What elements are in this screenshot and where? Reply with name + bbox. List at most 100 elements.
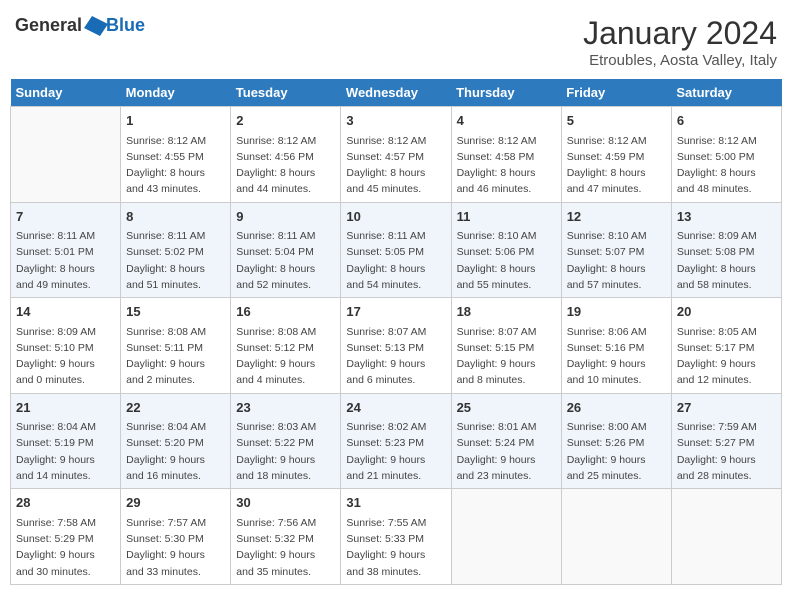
calendar-cell: 2Sunrise: 8:12 AMSunset: 4:56 PMDaylight… <box>231 107 341 203</box>
day-number: 10 <box>346 207 445 227</box>
title-area: January 2024 Etroubles, Aosta Valley, It… <box>583 15 777 69</box>
day-info: Sunrise: 7:58 AMSunset: 5:29 PMDaylight:… <box>16 515 115 580</box>
calendar-cell <box>561 489 671 585</box>
calendar-cell: 29Sunrise: 7:57 AMSunset: 5:30 PMDayligh… <box>121 489 231 585</box>
calendar-cell: 30Sunrise: 7:56 AMSunset: 5:32 PMDayligh… <box>231 489 341 585</box>
calendar-cell: 7Sunrise: 8:11 AMSunset: 5:01 PMDaylight… <box>11 202 121 298</box>
day-info: Sunrise: 7:56 AMSunset: 5:32 PMDaylight:… <box>236 515 335 580</box>
calendar-cell <box>11 107 121 203</box>
day-info: Sunrise: 8:12 AMSunset: 4:57 PMDaylight:… <box>346 133 445 198</box>
logo-text-general: General <box>15 15 82 36</box>
day-number: 23 <box>236 398 335 418</box>
day-info: Sunrise: 7:59 AMSunset: 5:27 PMDaylight:… <box>677 419 776 484</box>
day-number: 1 <box>126 111 225 131</box>
calendar-cell: 15Sunrise: 8:08 AMSunset: 5:11 PMDayligh… <box>121 298 231 394</box>
day-number: 5 <box>567 111 666 131</box>
calendar-cell: 3Sunrise: 8:12 AMSunset: 4:57 PMDaylight… <box>341 107 451 203</box>
calendar-table: SundayMondayTuesdayWednesdayThursdayFrid… <box>10 79 782 585</box>
day-info: Sunrise: 8:09 AMSunset: 5:10 PMDaylight:… <box>16 324 115 389</box>
calendar-cell: 17Sunrise: 8:07 AMSunset: 5:13 PMDayligh… <box>341 298 451 394</box>
calendar-cell: 26Sunrise: 8:00 AMSunset: 5:26 PMDayligh… <box>561 393 671 489</box>
weekday-header: Saturday <box>671 79 781 107</box>
day-number: 24 <box>346 398 445 418</box>
calendar-cell: 19Sunrise: 8:06 AMSunset: 5:16 PMDayligh… <box>561 298 671 394</box>
weekday-header: Friday <box>561 79 671 107</box>
day-number: 13 <box>677 207 776 227</box>
calendar-cell: 18Sunrise: 8:07 AMSunset: 5:15 PMDayligh… <box>451 298 561 394</box>
day-number: 30 <box>236 493 335 513</box>
day-info: Sunrise: 8:11 AMSunset: 5:05 PMDaylight:… <box>346 228 445 293</box>
logo: General Blue <box>15 15 145 36</box>
calendar-cell: 10Sunrise: 8:11 AMSunset: 5:05 PMDayligh… <box>341 202 451 298</box>
day-number: 7 <box>16 207 115 227</box>
day-number: 29 <box>126 493 225 513</box>
day-number: 2 <box>236 111 335 131</box>
weekday-header: Tuesday <box>231 79 341 107</box>
logo-icon <box>84 16 108 36</box>
calendar-cell: 23Sunrise: 8:03 AMSunset: 5:22 PMDayligh… <box>231 393 341 489</box>
day-info: Sunrise: 8:04 AMSunset: 5:20 PMDaylight:… <box>126 419 225 484</box>
day-info: Sunrise: 7:57 AMSunset: 5:30 PMDaylight:… <box>126 515 225 580</box>
day-info: Sunrise: 8:08 AMSunset: 5:11 PMDaylight:… <box>126 324 225 389</box>
calendar-cell: 25Sunrise: 8:01 AMSunset: 5:24 PMDayligh… <box>451 393 561 489</box>
calendar-cell <box>671 489 781 585</box>
day-number: 21 <box>16 398 115 418</box>
day-info: Sunrise: 8:08 AMSunset: 5:12 PMDaylight:… <box>236 324 335 389</box>
day-number: 14 <box>16 302 115 322</box>
day-info: Sunrise: 8:10 AMSunset: 5:06 PMDaylight:… <box>457 228 556 293</box>
location-title: Etroubles, Aosta Valley, Italy <box>583 52 777 69</box>
header: General Blue January 2024 Etroubles, Aos… <box>10 10 782 69</box>
day-info: Sunrise: 8:07 AMSunset: 5:15 PMDaylight:… <box>457 324 556 389</box>
calendar-week-row: 14Sunrise: 8:09 AMSunset: 5:10 PMDayligh… <box>11 298 782 394</box>
calendar-cell: 13Sunrise: 8:09 AMSunset: 5:08 PMDayligh… <box>671 202 781 298</box>
day-info: Sunrise: 8:04 AMSunset: 5:19 PMDaylight:… <box>16 419 115 484</box>
day-number: 22 <box>126 398 225 418</box>
weekday-header-row: SundayMondayTuesdayWednesdayThursdayFrid… <box>11 79 782 107</box>
day-info: Sunrise: 8:12 AMSunset: 5:00 PMDaylight:… <box>677 133 776 198</box>
day-number: 26 <box>567 398 666 418</box>
calendar-cell: 27Sunrise: 7:59 AMSunset: 5:27 PMDayligh… <box>671 393 781 489</box>
calendar-cell: 9Sunrise: 8:11 AMSunset: 5:04 PMDaylight… <box>231 202 341 298</box>
calendar-cell: 31Sunrise: 7:55 AMSunset: 5:33 PMDayligh… <box>341 489 451 585</box>
day-number: 11 <box>457 207 556 227</box>
calendar-week-row: 28Sunrise: 7:58 AMSunset: 5:29 PMDayligh… <box>11 489 782 585</box>
logo-text-blue: Blue <box>106 15 145 36</box>
calendar-cell: 5Sunrise: 8:12 AMSunset: 4:59 PMDaylight… <box>561 107 671 203</box>
day-number: 28 <box>16 493 115 513</box>
calendar-cell: 4Sunrise: 8:12 AMSunset: 4:58 PMDaylight… <box>451 107 561 203</box>
calendar-cell: 28Sunrise: 7:58 AMSunset: 5:29 PMDayligh… <box>11 489 121 585</box>
calendar-cell: 11Sunrise: 8:10 AMSunset: 5:06 PMDayligh… <box>451 202 561 298</box>
day-number: 12 <box>567 207 666 227</box>
day-number: 17 <box>346 302 445 322</box>
calendar-cell: 1Sunrise: 8:12 AMSunset: 4:55 PMDaylight… <box>121 107 231 203</box>
calendar-cell: 16Sunrise: 8:08 AMSunset: 5:12 PMDayligh… <box>231 298 341 394</box>
day-info: Sunrise: 8:00 AMSunset: 5:26 PMDaylight:… <box>567 419 666 484</box>
day-number: 8 <box>126 207 225 227</box>
calendar-cell: 24Sunrise: 8:02 AMSunset: 5:23 PMDayligh… <box>341 393 451 489</box>
day-info: Sunrise: 8:12 AMSunset: 4:55 PMDaylight:… <box>126 133 225 198</box>
day-info: Sunrise: 7:55 AMSunset: 5:33 PMDaylight:… <box>346 515 445 580</box>
day-number: 6 <box>677 111 776 131</box>
day-info: Sunrise: 8:11 AMSunset: 5:01 PMDaylight:… <box>16 228 115 293</box>
day-info: Sunrise: 8:10 AMSunset: 5:07 PMDaylight:… <box>567 228 666 293</box>
day-number: 9 <box>236 207 335 227</box>
day-number: 20 <box>677 302 776 322</box>
day-number: 19 <box>567 302 666 322</box>
calendar-cell: 8Sunrise: 8:11 AMSunset: 5:02 PMDaylight… <box>121 202 231 298</box>
calendar-week-row: 1Sunrise: 8:12 AMSunset: 4:55 PMDaylight… <box>11 107 782 203</box>
day-number: 27 <box>677 398 776 418</box>
day-info: Sunrise: 8:05 AMSunset: 5:17 PMDaylight:… <box>677 324 776 389</box>
weekday-header: Wednesday <box>341 79 451 107</box>
calendar-cell: 6Sunrise: 8:12 AMSunset: 5:00 PMDaylight… <box>671 107 781 203</box>
day-info: Sunrise: 8:07 AMSunset: 5:13 PMDaylight:… <box>346 324 445 389</box>
calendar-cell: 22Sunrise: 8:04 AMSunset: 5:20 PMDayligh… <box>121 393 231 489</box>
day-number: 31 <box>346 493 445 513</box>
calendar-cell: 12Sunrise: 8:10 AMSunset: 5:07 PMDayligh… <box>561 202 671 298</box>
day-number: 15 <box>126 302 225 322</box>
day-number: 18 <box>457 302 556 322</box>
day-info: Sunrise: 8:11 AMSunset: 5:04 PMDaylight:… <box>236 228 335 293</box>
weekday-header: Monday <box>121 79 231 107</box>
calendar-cell <box>451 489 561 585</box>
calendar-body: 1Sunrise: 8:12 AMSunset: 4:55 PMDaylight… <box>11 107 782 585</box>
day-info: Sunrise: 8:12 AMSunset: 4:56 PMDaylight:… <box>236 133 335 198</box>
